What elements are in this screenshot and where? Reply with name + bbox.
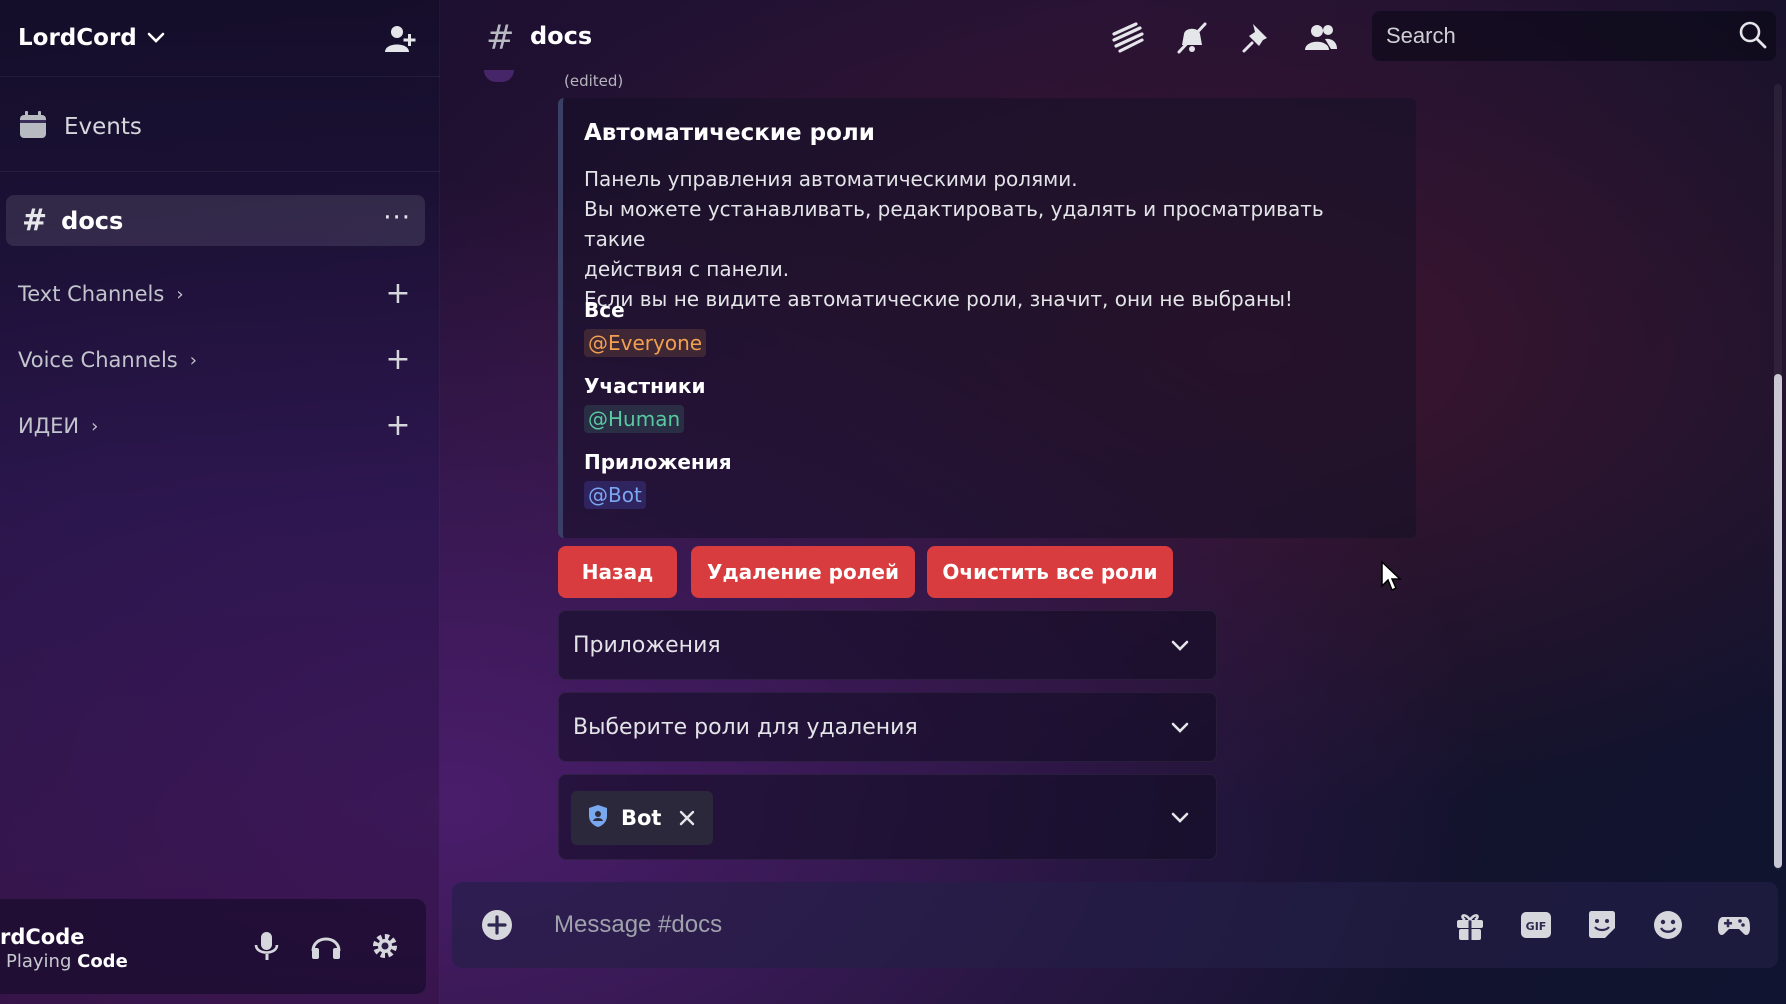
shield-icon (587, 804, 609, 832)
member-list-icon[interactable] (1303, 20, 1339, 56)
selected-role-chip: Bot (571, 791, 713, 845)
chevron-right-icon: › (176, 283, 184, 305)
headphones-icon[interactable] (309, 929, 343, 963)
search-input[interactable] (1372, 11, 1776, 61)
threads-icon[interactable] (1110, 20, 1146, 56)
sticker-icon[interactable] (1585, 908, 1619, 942)
user-activity: Playing Code (6, 951, 128, 972)
chevron-down-icon[interactable] (147, 29, 165, 48)
category-label: ИДЕИ (18, 414, 80, 438)
message-embed: Автоматические роли Панель управления ав… (558, 98, 1416, 538)
remove-chip-icon[interactable] (677, 808, 697, 828)
field-name: Приложения (584, 450, 732, 474)
mouse-cursor-icon (1380, 560, 1402, 592)
message-composer: GIF (452, 882, 1778, 968)
category-text-channels[interactable]: Text Channels › (18, 277, 184, 311)
chip-label: Bot (621, 806, 662, 830)
channel-title: docs (530, 22, 593, 50)
chevron-down-icon (1168, 634, 1192, 658)
message-input[interactable] (554, 904, 1394, 946)
edited-label: (edited) (564, 72, 624, 90)
add-attachment-icon[interactable] (480, 908, 514, 942)
user-panel: rdCode Playing Code (0, 899, 426, 994)
back-button[interactable]: Назад (558, 546, 677, 598)
author-avatar[interactable] (484, 70, 514, 82)
chevron-right-icon: › (91, 415, 99, 437)
field-name: Участники (584, 374, 706, 398)
add-channel-button[interactable]: + (385, 411, 411, 441)
description-line: Вы можете устанавливать, редактировать, … (584, 197, 1324, 251)
username[interactable]: rdCode (0, 925, 85, 949)
activity-prefix: Playing (6, 951, 72, 972)
delete-roles-button[interactable]: Удаление ролей (691, 546, 915, 598)
role-mention-human[interactable]: @Human (584, 405, 685, 433)
field-name: Все (584, 298, 625, 322)
embed-title: Автоматические роли (584, 120, 875, 146)
chevron-down-icon (1168, 716, 1192, 740)
select-placeholder: Выберите роли для удаления (573, 715, 918, 740)
category-ideas[interactable]: ИДЕИ › (18, 409, 98, 443)
chevron-down-icon (1168, 806, 1192, 830)
description-line: Панель управления автоматическими ролями… (584, 167, 1078, 191)
gift-icon[interactable] (1453, 908, 1487, 942)
scrollbar-thumb[interactable] (1774, 374, 1782, 868)
server-name[interactable]: LordCord (18, 25, 137, 51)
chevron-right-icon: › (189, 349, 197, 371)
emoji-icon[interactable] (1651, 908, 1685, 942)
add-channel-button[interactable]: + (385, 345, 411, 375)
settings-gear-icon[interactable] (368, 929, 402, 963)
header-divider (0, 76, 440, 77)
events-divider (0, 171, 440, 172)
channel-header: # docs (440, 0, 1786, 76)
events-item[interactable]: Events (18, 104, 142, 150)
roles-to-delete-select[interactable]: Выберите роли для удаления (558, 692, 1217, 762)
channel-name: docs (61, 206, 124, 235)
embed-description: Панель управления автоматическими ролями… (584, 164, 1384, 314)
server-header[interactable]: LordCord (0, 0, 440, 76)
category-label: Text Channels (18, 282, 165, 306)
hashtag-icon: # (22, 203, 48, 238)
role-mention-bot[interactable]: @Bot (584, 481, 646, 509)
channel-sidebar: LordCord Events # docs ··· Text Channels… (0, 0, 440, 1004)
clear-all-roles-button[interactable]: Очистить все роли (927, 546, 1173, 598)
activity-game: Code (77, 951, 128, 972)
description-line: действия с панели. (584, 257, 790, 281)
selected-roles-multiselect[interactable]: Bot (558, 774, 1217, 860)
category-select[interactable]: Приложения (558, 610, 1217, 680)
calendar-icon (18, 110, 48, 144)
pin-icon[interactable] (1239, 20, 1275, 56)
notification-muted-icon[interactable] (1174, 20, 1210, 56)
description-line: Если вы не видите автоматические роли, з… (584, 287, 1293, 311)
channel-item-docs[interactable]: # docs ··· (6, 195, 425, 246)
game-controller-icon[interactable] (1717, 908, 1751, 942)
hashtag-icon: # (486, 18, 515, 58)
role-mention-everyone[interactable]: @Everyone (584, 329, 707, 357)
events-label: Events (64, 114, 142, 140)
add-channel-button[interactable]: + (385, 279, 411, 309)
gif-label: GIF (1526, 920, 1547, 933)
category-label: Voice Channels (18, 348, 178, 372)
more-options-icon[interactable]: ··· (383, 203, 411, 233)
gif-icon[interactable]: GIF (1519, 908, 1553, 942)
invite-people-icon[interactable] (383, 22, 417, 56)
select-value: Приложения (573, 633, 721, 658)
search-icon[interactable] (1738, 20, 1768, 50)
microphone-icon[interactable] (250, 929, 284, 963)
category-voice-channels[interactable]: Voice Channels › (18, 343, 197, 377)
